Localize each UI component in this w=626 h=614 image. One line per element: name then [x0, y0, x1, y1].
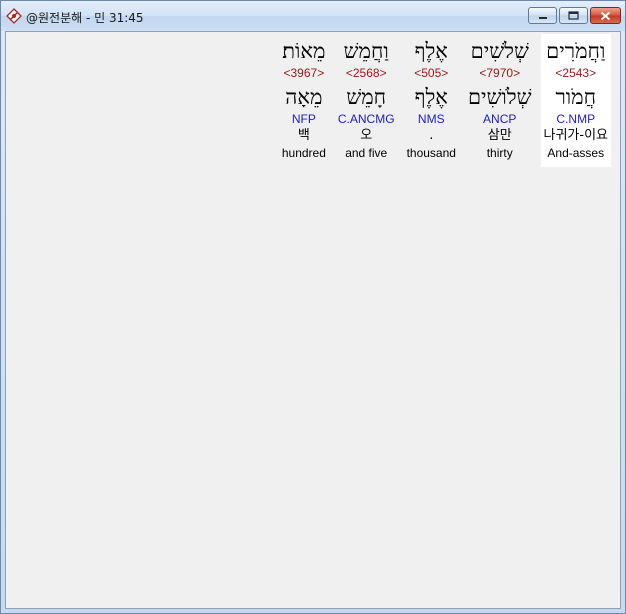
- english-gloss: thirty: [486, 146, 513, 160]
- hebrew-word: שְׁלֹשִׁים: [470, 39, 529, 63]
- hebrew-word: וַחֲמֹרִים: [546, 39, 606, 63]
- close-icon: [600, 11, 611, 20]
- minimize-button[interactable]: [528, 7, 557, 24]
- word-block[interactable]: אֶלֶף <505> אֶלֶף NMS . thousand: [404, 34, 459, 167]
- hebrew-root: מֵאָה: [285, 85, 323, 109]
- morph-code: NMS: [417, 112, 445, 126]
- strong-number-link[interactable]: <7970>: [479, 65, 520, 81]
- word-block[interactable]: מֵאוֹת׃ <3967> מֵאָה NFP 백 hundred: [279, 34, 329, 167]
- korean-gloss: 나귀가-이요: [543, 128, 609, 143]
- hebrew-word: מֵאוֹת׃: [282, 39, 326, 63]
- window-title: @원전분해 - 민 31:45: [26, 11, 144, 25]
- word-block[interactable]: שְׁלֹשִׁים <7970> שְׁלֹושִׁים ANCP 삼만 th…: [465, 34, 535, 167]
- english-gloss: and five: [345, 146, 388, 160]
- verse-word-list: וַחֲמֹרִים <2543> חֲמֹור C.NMP 나귀가-이요 An…: [273, 34, 611, 167]
- word-block[interactable]: וַחֲמֵשׁ <2568> חָמֵשׁ C.ANCMG 오 and fiv…: [335, 34, 398, 167]
- maximize-button[interactable]: [559, 7, 588, 24]
- hebrew-root: אֶלֶף: [414, 85, 448, 109]
- korean-gloss: .: [429, 128, 434, 143]
- hebrew-word: וַחֲמֵשׁ: [343, 39, 389, 63]
- minimize-icon: [538, 16, 547, 19]
- strong-number-link[interactable]: <2543>: [555, 65, 596, 81]
- title-bar[interactable]: @원전분해 - 민 31:45: [1, 1, 625, 31]
- close-button[interactable]: [590, 7, 621, 24]
- hebrew-root: שְׁלֹושִׁים: [467, 85, 532, 109]
- strong-number-link[interactable]: <2568>: [346, 65, 387, 81]
- english-gloss: thousand: [406, 146, 456, 160]
- analysis-pane: וַחֲמֹרִים <2543> חֲמֹור C.NMP 나귀가-이요 An…: [5, 31, 621, 609]
- hebrew-root: חָמֵשׁ: [346, 85, 387, 109]
- english-gloss: And-asses: [547, 146, 605, 160]
- morph-code: NFP: [291, 112, 316, 126]
- app-logo-icon: [6, 8, 22, 24]
- window-controls: [526, 7, 621, 25]
- hebrew-word: אֶלֶף: [414, 39, 448, 63]
- maximize-icon: [568, 11, 579, 20]
- korean-gloss: 오: [360, 128, 373, 143]
- korean-gloss: 백: [297, 128, 310, 143]
- morph-code: ANCP: [483, 112, 517, 126]
- morph-code: C.NMP: [556, 112, 596, 126]
- morph-code: C.ANCMG: [337, 112, 395, 126]
- strong-number-link[interactable]: <505>: [414, 65, 448, 81]
- word-block-selected[interactable]: וַחֲמֹרִים <2543> חֲמֹור C.NMP 나귀가-이요 An…: [540, 34, 611, 167]
- strong-number-link[interactable]: <3967>: [284, 65, 325, 81]
- english-gloss: hundred: [281, 146, 326, 160]
- hebrew-root: חֲמֹור: [555, 85, 597, 109]
- app-window: @원전분해 - 민 31:45 וַחֲמֹרִים <2543> חֲמֹור…: [0, 0, 626, 614]
- korean-gloss: 삼만: [487, 128, 512, 143]
